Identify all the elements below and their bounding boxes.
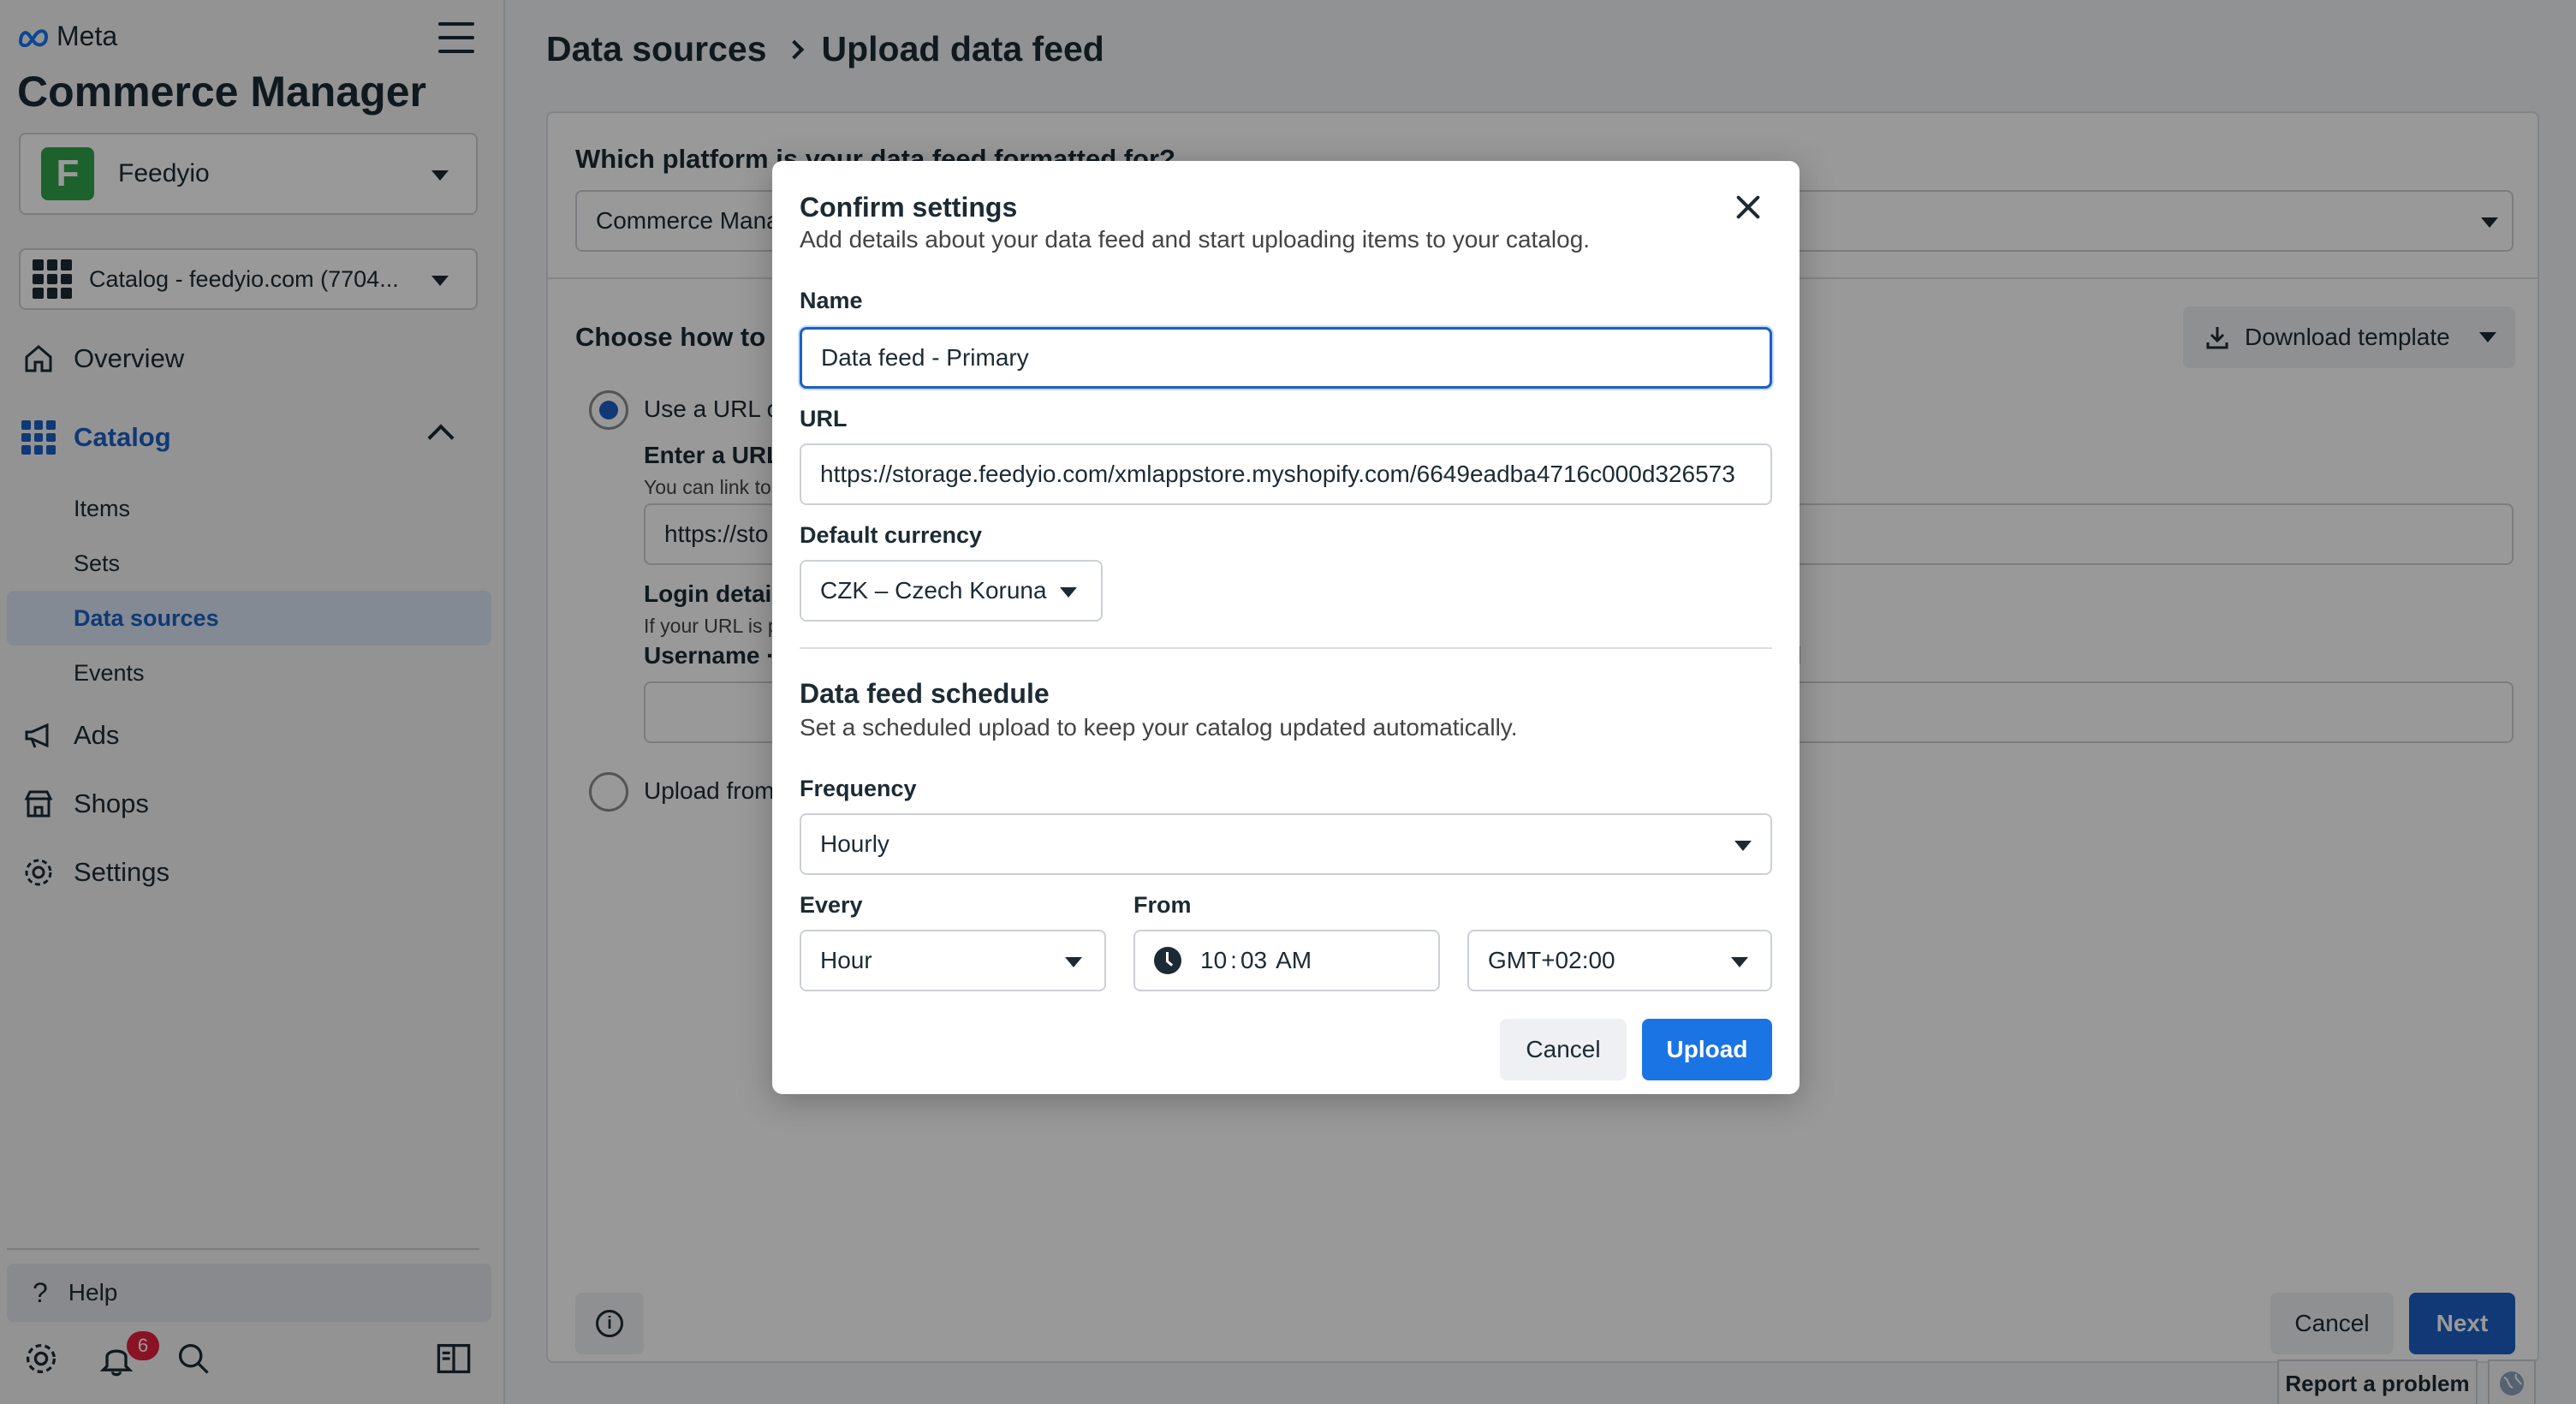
every-label: Every xyxy=(800,892,863,918)
frequency-select[interactable]: Hourly xyxy=(800,813,1772,875)
time-separator: : xyxy=(1230,947,1237,973)
dropdown-caret-icon xyxy=(1734,841,1752,851)
time-ampm[interactable]: AM xyxy=(1276,947,1312,974)
from-label: From xyxy=(1133,892,1192,918)
confirm-settings-dialog: Confirm settings Add details about your … xyxy=(772,161,1800,1094)
feed-url-field-value: https://storage.feedyio.com/xmlappstore.… xyxy=(820,461,1735,487)
dialog-cancel-button[interactable]: Cancel xyxy=(1500,1019,1627,1080)
schedule-heading: Data feed schedule xyxy=(800,678,1050,709)
time-minute[interactable]: 03 xyxy=(1240,947,1267,974)
dialog-title: Confirm settings xyxy=(800,192,1018,223)
name-label: Name xyxy=(800,288,863,313)
feed-name-input[interactable]: Data feed - Primary xyxy=(800,327,1772,389)
feed-name-value: Data feed - Primary xyxy=(821,344,1029,371)
dialog-subtitle: Add details about your data feed and sta… xyxy=(800,226,1591,253)
dropdown-caret-icon xyxy=(1731,957,1748,967)
feed-url-field[interactable]: https://storage.feedyio.com/xmlappstore.… xyxy=(800,443,1772,505)
dialog-divider xyxy=(800,647,1772,649)
timezone-select[interactable]: GMT+02:00 xyxy=(1467,930,1772,991)
clock-icon xyxy=(1154,947,1181,974)
currency-select[interactable]: CZK – Czech Koruna xyxy=(800,560,1103,622)
currency-label: Default currency xyxy=(800,522,983,548)
frequency-select-value: Hourly xyxy=(820,830,889,857)
dropdown-caret-icon xyxy=(1065,957,1082,967)
from-time-input[interactable]: 10 : 03 AM xyxy=(1133,930,1440,991)
schedule-subtitle: Set a scheduled upload to keep your cata… xyxy=(800,714,1518,741)
every-select[interactable]: Hour xyxy=(800,930,1106,991)
url-label: URL xyxy=(800,406,848,431)
timezone-select-value: GMT+02:00 xyxy=(1488,947,1615,973)
time-hour[interactable]: 10 xyxy=(1200,947,1227,974)
upload-button[interactable]: Upload xyxy=(1642,1019,1772,1080)
currency-select-value: CZK – Czech Koruna xyxy=(820,577,1047,604)
frequency-label: Frequency xyxy=(800,776,917,801)
dropdown-caret-icon xyxy=(1060,587,1077,598)
every-select-value: Hour xyxy=(820,947,872,973)
close-icon[interactable] xyxy=(1733,192,1764,223)
